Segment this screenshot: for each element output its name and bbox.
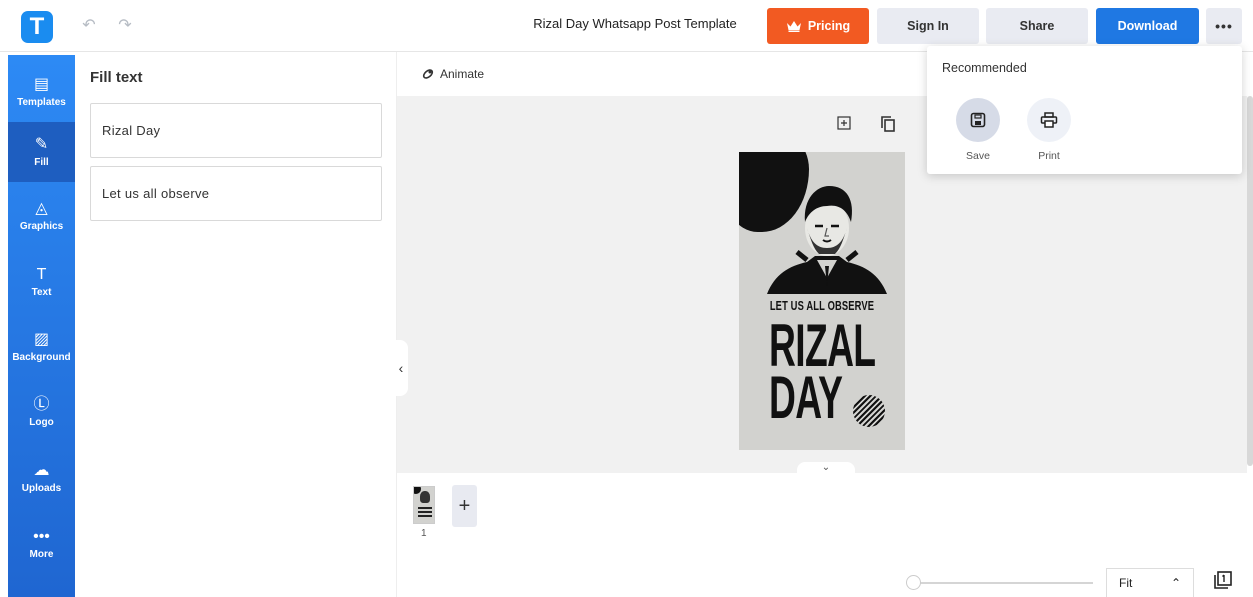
save-icon xyxy=(956,98,1000,142)
nav-label: Logo xyxy=(29,417,54,428)
animate-button[interactable]: Animate xyxy=(421,67,484,81)
shapes-icon: ◬ xyxy=(35,200,48,217)
print-option[interactable]: Print xyxy=(1027,98,1071,162)
dropdown-title: Recommended xyxy=(942,61,1027,75)
nav-fill[interactable]: ✎ Fill xyxy=(8,122,75,182)
top-bar: T ↶ ↷ Rizal Day Whatsapp Post Template P… xyxy=(0,0,1253,52)
nav-more[interactable]: ••• More xyxy=(8,514,75,574)
zoom-slider-handle[interactable] xyxy=(906,575,921,590)
add-page-icon[interactable] xyxy=(837,116,851,130)
fill-text-field-1[interactable] xyxy=(90,103,382,158)
hatched-circle-shape xyxy=(853,395,885,427)
more-options-button[interactable]: ••• xyxy=(1206,8,1242,44)
collapse-panel-icon[interactable]: ‹ xyxy=(394,340,408,396)
print-label: Print xyxy=(1038,150,1060,162)
canvas-scrollbar[interactable] xyxy=(1247,96,1253,466)
share-button[interactable]: Share xyxy=(986,8,1088,44)
pages-panel-icon[interactable] xyxy=(1214,571,1232,589)
text-icon: T xyxy=(36,266,47,283)
nav-label: Fill xyxy=(34,157,49,168)
animate-icon xyxy=(422,69,434,79)
thumb-portrait xyxy=(420,491,430,503)
duplicate-page-icon[interactable] xyxy=(881,116,895,132)
app-logo[interactable]: T xyxy=(21,11,53,43)
page-number: 1 xyxy=(421,528,427,539)
cloud-upload-icon: ☁ xyxy=(33,462,50,479)
nav-label: Text xyxy=(31,287,52,298)
design-poster[interactable]: LET US ALL OBSERVE RIZAL DAY xyxy=(739,152,905,450)
nav-graphics[interactable]: ◬ Graphics xyxy=(8,186,75,246)
print-icon xyxy=(1027,98,1071,142)
zoom-slider-track[interactable] xyxy=(909,582,1093,584)
document-title[interactable]: Rizal Day Whatsapp Post Template xyxy=(490,16,780,31)
chevron-down-icon[interactable]: ⌄ xyxy=(797,462,855,474)
nav-label: Background xyxy=(12,352,71,363)
add-page-button[interactable]: + xyxy=(452,485,477,527)
poster-subtitle[interactable]: LET US ALL OBSERVE xyxy=(762,298,882,313)
nav-logo[interactable]: Ⓛ Logo xyxy=(8,382,75,442)
undo-icon[interactable]: ↶ xyxy=(78,14,100,36)
background-icon: ▨ xyxy=(33,331,50,348)
sign-in-button[interactable]: Sign In xyxy=(877,8,979,44)
templates-icon: ▤ xyxy=(33,76,50,93)
fill-text-panel: Fill text xyxy=(75,52,397,597)
fill-text-field-2[interactable] xyxy=(90,166,382,221)
pricing-label: Pricing xyxy=(807,19,851,33)
redo-icon[interactable]: ↷ xyxy=(114,14,136,36)
pricing-button[interactable]: Pricing xyxy=(767,8,869,44)
left-nav-rail: ▤ Templates ✎ Fill ◬ Graphics T Text ▨ B… xyxy=(8,55,75,597)
page-thumbnail[interactable] xyxy=(413,486,435,524)
panel-title: Fill text xyxy=(90,69,143,86)
nav-background[interactable]: ▨ Background xyxy=(8,317,75,377)
more-icon: ••• xyxy=(33,528,50,545)
rizal-portrait xyxy=(767,186,887,294)
thumb-text xyxy=(418,507,432,519)
pencil-icon: ✎ xyxy=(34,136,49,153)
nav-label: More xyxy=(29,549,54,560)
more-options-dropdown: Recommended Save Print xyxy=(927,46,1242,174)
nav-label: Uploads xyxy=(21,483,62,494)
save-label: Save xyxy=(966,150,990,162)
download-button[interactable]: Download xyxy=(1096,8,1199,44)
nav-text[interactable]: T Text xyxy=(8,252,75,312)
animate-label: Animate xyxy=(440,67,485,81)
nav-uploads[interactable]: ☁ Uploads xyxy=(8,448,75,508)
nav-label: Graphics xyxy=(19,221,64,232)
nav-label: Templates xyxy=(17,97,66,108)
nav-templates[interactable]: ▤ Templates xyxy=(8,62,75,122)
zoom-value: Fit xyxy=(1119,576,1133,590)
save-option[interactable]: Save xyxy=(956,98,1000,162)
logo-icon: Ⓛ xyxy=(33,396,50,413)
chevron-up-icon: ⌃ xyxy=(1170,576,1181,590)
zoom-select[interactable]: Fit ⌃ xyxy=(1106,568,1194,597)
crown-icon xyxy=(786,21,801,32)
